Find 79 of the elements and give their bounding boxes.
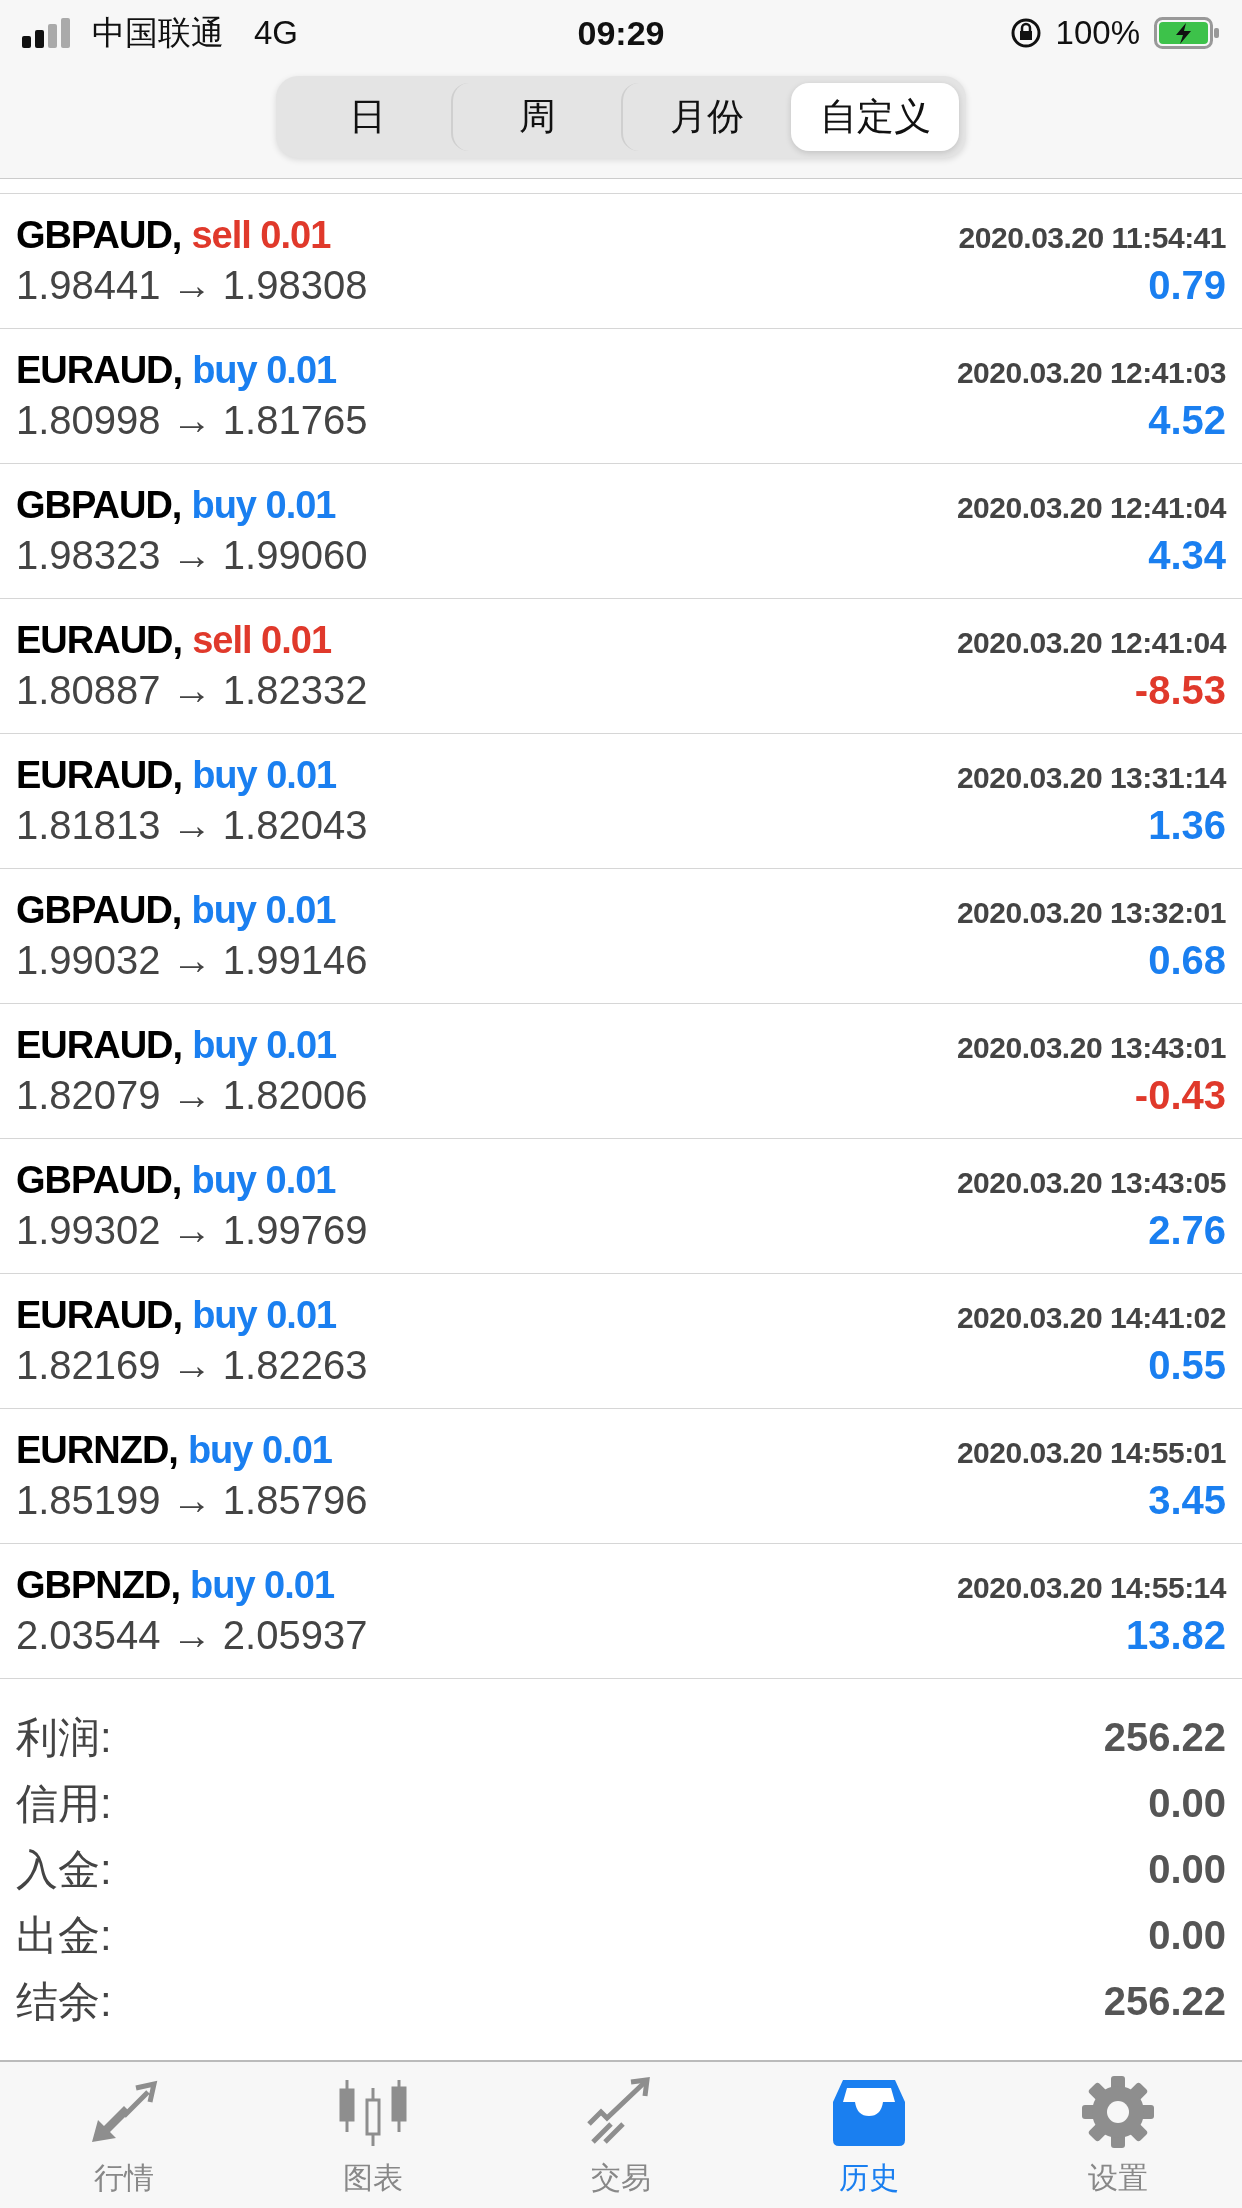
profit: 13.82 [1125,1613,1226,1658]
trade-side: buy 0.01 [192,1294,337,1337]
symbol: GBPNZD, [16,1564,180,1607]
summary-label: 利润: [16,1712,112,1763]
symbol: EURAUD, [16,754,183,797]
period-tab[interactable]: 周 [451,83,621,151]
profit: 4.34 [1148,533,1226,578]
price-change: 1.81813 → 1.82043 [16,803,368,848]
deal-time: 2020.03.20 14:41:02 [956,1301,1226,1335]
summary-value: 0.00 [1148,1781,1226,1826]
price-change: 1.82079 → 1.82006 [16,1073,368,1118]
deal-time: 2020.03.20 14:55:01 [956,1436,1226,1470]
profit: 0.68 [1148,938,1226,983]
deal-time: 2020.03.20 12:41:04 [956,491,1226,525]
deal-time: 2020.03.20 12:41:04 [956,626,1226,660]
price-change: 1.99032 → 1.99146 [16,938,368,983]
price-change: 1.82169 → 1.82263 [16,1343,368,1388]
symbol: EURAUD, [16,1024,183,1067]
clock: 09:29 [577,13,665,53]
summary-label: 入金: [16,1844,112,1895]
nav-tab[interactable]: 历史 [745,2062,994,2208]
trade-side: sell 0.01 [192,619,332,662]
symbol: GBPAUD, [16,889,182,932]
symbol: EURAUD, [16,349,183,392]
price-change: 2.03544 → 2.05937 [16,1613,368,1658]
trade-side: buy 0.01 [191,889,336,932]
price-change: 1.98323 → 1.99060 [16,533,368,578]
summary-label: 信用: [16,1778,112,1829]
profit: 0.55 [1148,1343,1226,1388]
deal-time: 2020.03.20 13:32:01 [956,896,1226,930]
nav-tab[interactable]: 图表 [248,2062,497,2208]
profit: 1.36 [1148,803,1226,848]
trade-side: buy 0.01 [190,1564,335,1607]
symbol: GBPAUD, [16,1159,182,1202]
network-type: 4G [254,14,299,52]
profit: 0.79 [1148,263,1226,308]
summary-value: 256.22 [1103,1979,1226,2024]
period-tab[interactable]: 自定义 [791,83,959,151]
deal-time: 2020.03.20 13:43:05 [956,1166,1226,1200]
trade-side: buy 0.01 [192,349,337,392]
trade-side: buy 0.01 [192,754,337,797]
battery-icon [1154,17,1220,49]
profit: 3.45 [1148,1478,1226,1523]
nav-tab[interactable]: 行情 [0,2062,249,2208]
symbol: EURAUD, [16,1294,183,1337]
price-change: 1.98441 → 1.98308 [16,263,368,308]
summary-value: 0.00 [1148,1847,1226,1892]
battery-percent: 100% [1055,14,1140,52]
nav-tab[interactable]: 设置 [993,2062,1242,2208]
profit: -0.43 [1134,1073,1226,1118]
price-change: 1.99302 → 1.99769 [16,1208,368,1253]
summary-label: 出金: [16,1910,112,1961]
trade-side: buy 0.01 [191,1159,336,1202]
period-tab[interactable]: 日 [283,83,451,151]
price-change: 1.85199 → 1.85796 [16,1478,368,1523]
deal-time: 2020.03.20 13:43:01 [956,1031,1226,1065]
summary-label: 结余: [16,1976,112,2027]
profit: 2.76 [1148,1208,1226,1253]
deal-time: 2020.03.20 12:41:03 [956,356,1226,390]
nav-tab[interactable]: 交易 [496,2062,746,2208]
profit: -8.53 [1134,668,1226,713]
price-change: 1.80887 → 1.82332 [16,668,368,713]
deal-time: 2020.03.20 13:31:14 [956,761,1226,795]
rotation-lock-icon [1009,17,1042,49]
trade-side: buy 0.01 [192,1024,337,1067]
deal-time: 2020.03.20 14:55:14 [956,1571,1226,1605]
summary-value: 0.00 [1148,1913,1226,1958]
symbol: GBPAUD, [16,484,182,527]
summary-value: 256.22 [1103,1715,1226,1760]
deal-time: 2020.03.20 11:54:41 [958,221,1226,255]
trade-side: buy 0.01 [187,1429,332,1472]
symbol: GBPAUD, [16,214,182,257]
profit: 4.52 [1148,398,1226,443]
price-change: 1.80998 → 1.81765 [16,398,368,443]
carrier-name: 中国联通 [92,12,224,53]
trade-side: sell 0.01 [191,214,331,257]
symbol: EURAUD, [16,619,183,662]
symbol: EURNZD, [16,1429,178,1472]
trade-side: buy 0.01 [191,484,336,527]
